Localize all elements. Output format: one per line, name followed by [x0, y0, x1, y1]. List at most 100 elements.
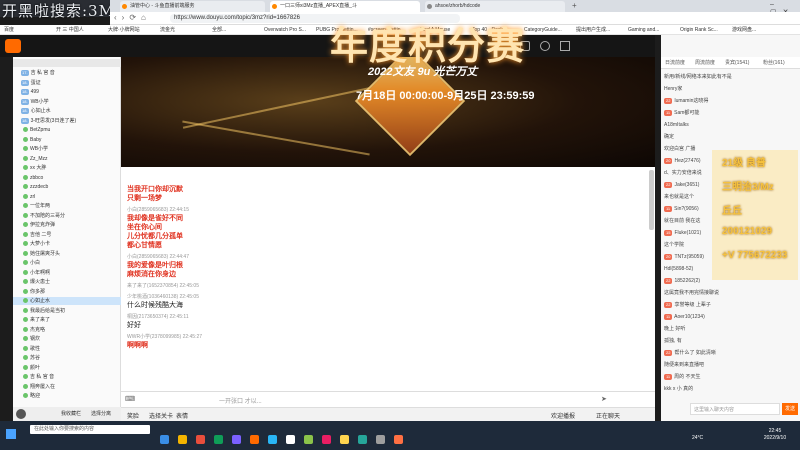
- rank-row[interactable]: 11 Aoer10(1234): [664, 313, 799, 322]
- sidebar-friend-row[interactable]: 18. 499: [13, 88, 121, 96]
- browser-tab-3[interactable]: ahsoe/zhorb/hdcode: [425, 1, 565, 12]
- rank-row[interactable]: 这个学院: [664, 241, 799, 250]
- sidebar-friend-row[interactable]: 小年啊啊: [13, 269, 121, 277]
- rank-row[interactable]: 11 周的 不天生: [664, 373, 799, 382]
- rank-row[interactable]: 确定: [664, 133, 799, 142]
- rank-row[interactable]: 孤独, 有: [664, 337, 799, 346]
- taskbar-clock[interactable]: 22:45 2022/9/10: [755, 428, 795, 442]
- rank-row[interactable]: 新用/新线/网络本来如此有不是: [664, 73, 799, 82]
- user-icon[interactable]: [540, 41, 550, 51]
- rank-row[interactable]: 来也就是这个: [664, 193, 799, 202]
- bookmark-item[interactable]: 游戏网盘...: [732, 26, 756, 34]
- taskbar-app-icon[interactable]: [232, 435, 241, 444]
- sidebar-friend-row[interactable]: BetZpmu: [13, 126, 121, 134]
- bookmark-item[interactable]: CategoryGuide...: [524, 26, 562, 34]
- sidebar-friend-row[interactable]: 大萝小卡: [13, 240, 121, 248]
- sidebar-friend-row[interactable]: 钢炊: [13, 335, 121, 343]
- taskbar-app-icon[interactable]: [304, 435, 313, 444]
- rank-row[interactable]: A18mItalks: [664, 121, 799, 130]
- sidebar-friend-row[interactable]: 一位年两: [13, 202, 121, 210]
- bookmark-item[interactable]: 大牌·小牌网站: [108, 26, 140, 34]
- taskbar-app-icon[interactable]: [358, 435, 367, 444]
- sidebar-friend-row[interactable]: 心如止水: [13, 297, 121, 305]
- taskbar-app-icon[interactable]: [286, 435, 295, 444]
- welcome-broadcast-toggle[interactable]: 欢迎播报: [551, 411, 575, 420]
- taskbar-app-icon[interactable]: [214, 435, 223, 444]
- gear-icon[interactable]: [560, 41, 570, 51]
- face-button[interactable]: 表情: [176, 411, 188, 420]
- rank-row[interactable]: 这属竟我不用完情接聊说: [664, 289, 799, 298]
- sidebar-friend-row[interactable]: 吉他 二号: [13, 231, 121, 239]
- nav-buttons[interactable]: ‹›⟳⌂: [114, 13, 151, 22]
- sidebar-friend-row[interactable]: 我最后给是当初: [13, 307, 121, 315]
- rank-row[interactable]: kkk x 小 真的: [664, 385, 799, 394]
- sidebar-friend-row[interactable]: 你多那: [13, 288, 121, 296]
- sidebar-friend-row[interactable]: 伊拉克炸弹: [13, 221, 121, 229]
- bookmark-item[interactable]: 流金光: [160, 26, 175, 34]
- chat-input[interactable]: 一开张口 才以...: [219, 396, 262, 405]
- bookmark-item[interactable]: Gaming and...: [628, 26, 659, 34]
- windows-start-icon[interactable]: [6, 429, 16, 439]
- taskbar-app-icon[interactable]: [160, 435, 169, 444]
- sidebar-friend-row[interactable]: 18. 3-旺思发(3日连了差): [13, 117, 121, 125]
- taskbar-app-icon[interactable]: [250, 435, 259, 444]
- rank-row[interactable]: Hdl(5898-52): [664, 265, 799, 274]
- sidebar-friend-row[interactable]: xx 大胖: [13, 164, 121, 172]
- keyboard-icon[interactable]: ⌨: [125, 395, 135, 403]
- chat-scrollbar[interactable]: [649, 170, 654, 230]
- sidebar-friend-row[interactable]: zbbco: [13, 174, 121, 182]
- taskbar-search[interactable]: 在此处输入你要搜索的内容: [30, 425, 150, 434]
- gift-button[interactable]: 选择关卡: [149, 411, 173, 420]
- sidebar-friend-row[interactable]: Zz_Mzz: [13, 155, 121, 163]
- rank-row[interactable]: d、实力安倍来说: [664, 169, 799, 178]
- taskbar-app-icon[interactable]: [268, 435, 277, 444]
- sidebar-friend-row[interactable]: 她住屠爽牙头: [13, 250, 121, 258]
- bookmark-item[interactable]: Overwatch Pro S...: [264, 26, 306, 34]
- sidebar-friend-row[interactable]: 17. 吉 私 官 音: [13, 69, 121, 77]
- bookmark-item[interactable]: 百度: [4, 26, 14, 34]
- rank-tab[interactable]: 粉丝(161): [763, 59, 785, 67]
- rank-tab[interactable]: 周流前度: [695, 59, 715, 67]
- sidebar-friend-row[interactable]: zrl: [13, 193, 121, 201]
- taskbar-app-icon[interactable]: [340, 435, 349, 444]
- rank-row[interactable]: 欢迎白宫 广播: [664, 145, 799, 154]
- taskbar-app-icon[interactable]: [322, 435, 331, 444]
- emoji-button[interactable]: 笑脸: [127, 411, 139, 420]
- bookmark-item[interactable]: 开 三 中国人: [56, 26, 84, 34]
- rank-row[interactable]: 就在目前 我在这: [664, 217, 799, 226]
- sidebar-friend-row[interactable]: 不加陪的三哥分: [13, 212, 121, 220]
- sidebar-friend-row[interactable]: 爆火患士: [13, 278, 121, 286]
- taskbar-app-icon[interactable]: [394, 435, 403, 444]
- sidebar-friend-row[interactable]: 18. WB小学: [13, 98, 121, 106]
- favorites-button[interactable]: 我收藏栏: [61, 410, 81, 417]
- rank-tab[interactable]: 日流前度: [665, 59, 685, 67]
- sidebar-friend-row[interactable]: 杰克咯: [13, 326, 121, 334]
- rank-row[interactable]: 晚上 好听: [664, 325, 799, 334]
- rank-row[interactable]: Henry家: [664, 85, 799, 94]
- new-tab-button[interactable]: +: [572, 2, 580, 10]
- bookmark-item[interactable]: Origin Rank Sc...: [680, 26, 718, 34]
- rank-chat-input[interactable]: 这里输入聊天内容: [690, 403, 780, 415]
- sidebar-friend-row[interactable]: zzzdecb: [13, 183, 121, 191]
- send-icon[interactable]: ➤: [601, 395, 607, 403]
- sidebar-friend-row[interactable]: WB小学: [13, 145, 121, 153]
- chatting-toggle[interactable]: 正在聊天: [596, 411, 620, 420]
- bookmark-item[interactable]: 提出用户生成...: [576, 26, 610, 34]
- rank-row[interactable]: 11 Sam都可能: [664, 109, 799, 118]
- rank-row[interactable]: 22 帮什么了 如此清晰: [664, 349, 799, 358]
- rank-tab[interactable]: 贵宾(1541): [725, 59, 749, 67]
- rank-row[interactable]: 22 1852262(2): [664, 277, 799, 286]
- sidebar-friend-row[interactable]: 颜叶: [13, 364, 121, 372]
- browser-tab-2[interactable]: 一口三师xi3Mz直播_APEX直播_斗: [270, 1, 420, 12]
- sidebar-friend-row[interactable]: 18. 心如止水: [13, 107, 121, 115]
- avatar[interactable]: [16, 409, 26, 419]
- select-category-button[interactable]: 选择分离: [91, 410, 111, 417]
- taskbar-app-icon[interactable]: [376, 435, 385, 444]
- rank-row[interactable]: 随便来到来直播吧: [664, 361, 799, 370]
- rank-row[interactable]: 22 lumamin这晓得: [664, 97, 799, 106]
- sidebar-friend-row[interactable]: 18. 蛋证: [13, 79, 121, 87]
- sidebar-friend-row[interactable]: 小白: [13, 259, 121, 267]
- bookmark-item[interactable]: 全部...: [212, 26, 226, 34]
- sidebar-friend-row[interactable]: 翔奔屡入在: [13, 383, 121, 391]
- rank-row[interactable]: 22 享誉等级 上辈子: [664, 301, 799, 310]
